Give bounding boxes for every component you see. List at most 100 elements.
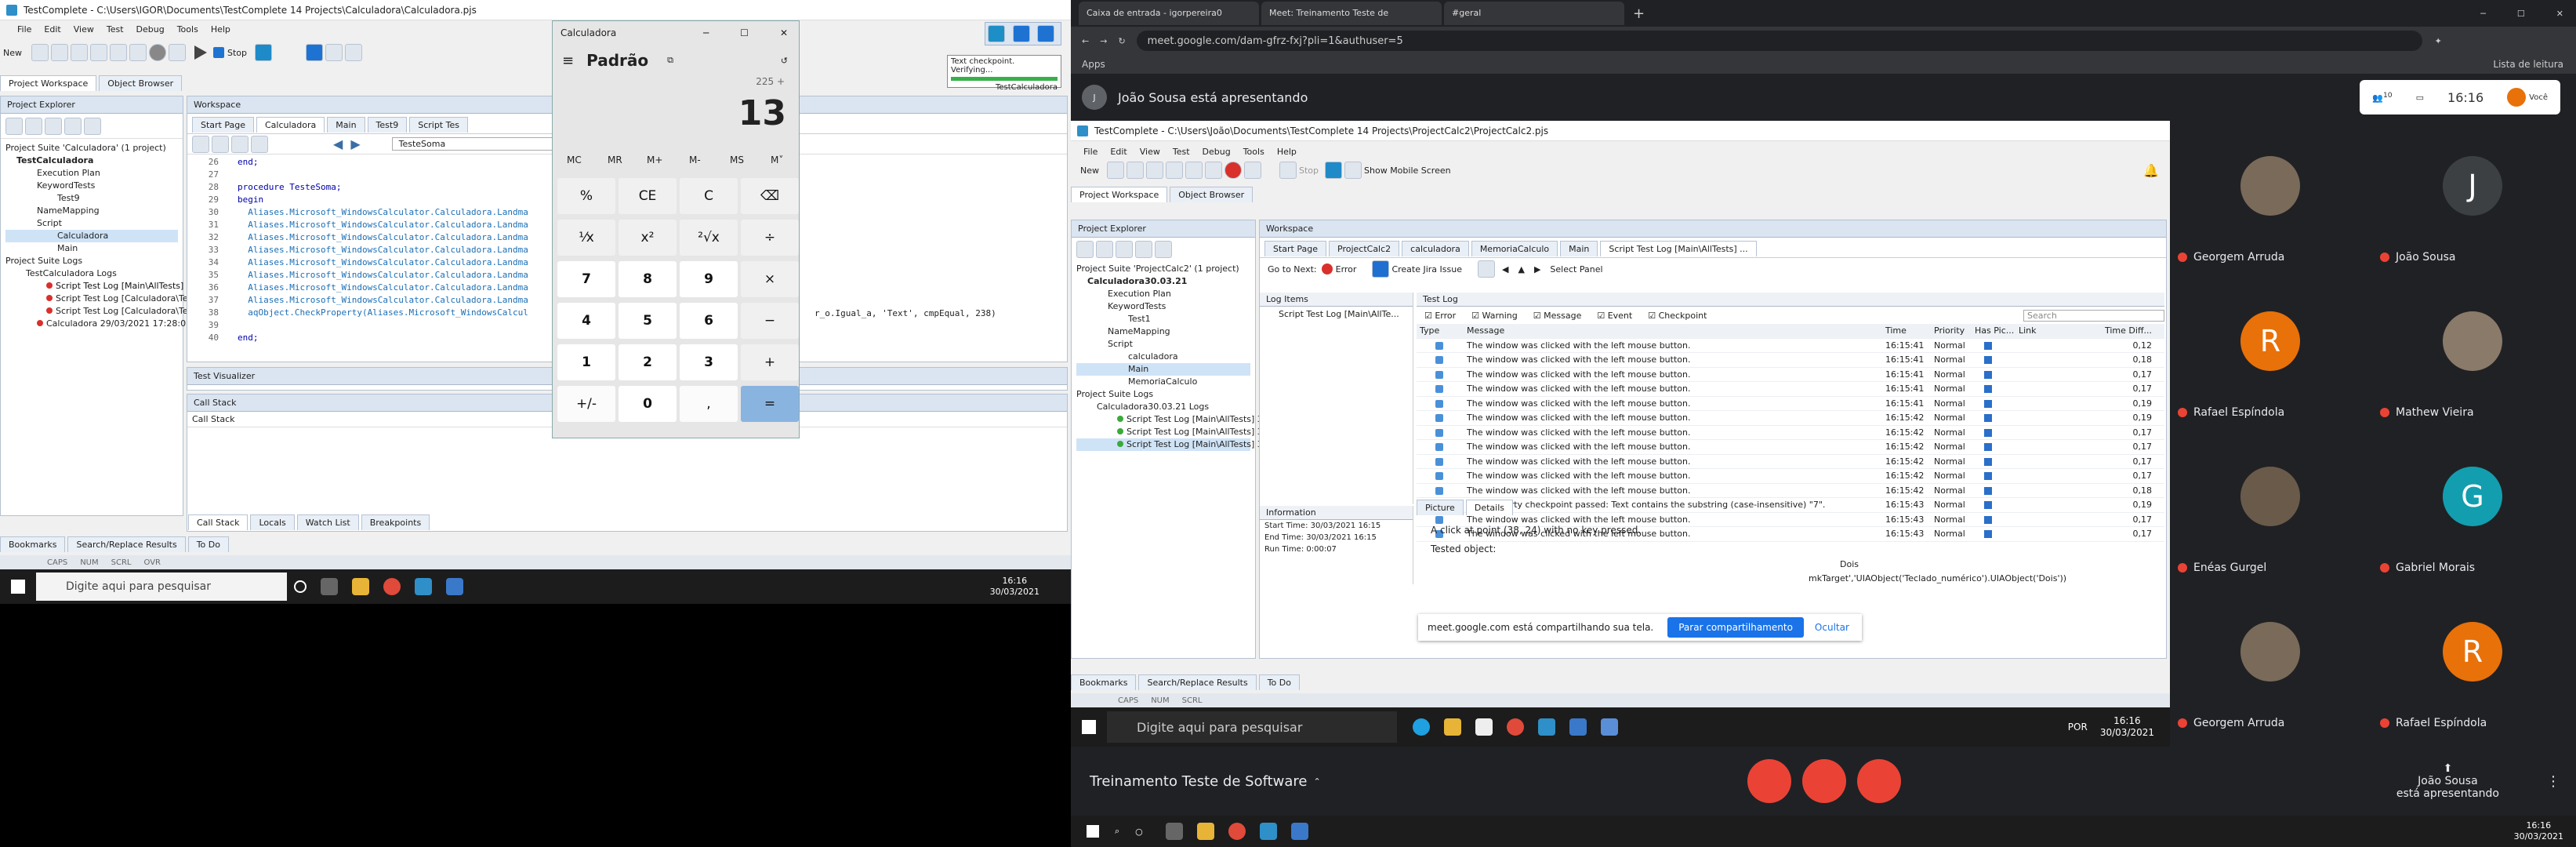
self-avatar[interactable] <box>2507 88 2527 107</box>
tree-item[interactable]: Script Test Log [Main\AllTests] 3 <box>1076 438 1263 451</box>
tree-item[interactable]: Script Test Log [Main\AllTests] 3 <box>1076 426 1263 438</box>
calc-key[interactable]: ⌫ <box>741 178 799 214</box>
memory-button[interactable]: MC <box>567 154 582 165</box>
jira-icon[interactable] <box>1372 260 1390 278</box>
record-icon[interactable] <box>1225 162 1242 179</box>
step-icon[interactable] <box>325 44 343 61</box>
participant-tile[interactable]: R Rafael Espíndola <box>2372 587 2576 743</box>
table-row[interactable]: The window was clicked with the left mou… <box>1417 440 2164 455</box>
tree-item[interactable]: Project Suite 'Calculadora' (1 project) <box>5 142 178 154</box>
task-view-icon[interactable] <box>1165 823 1183 840</box>
tray-lang[interactable]: POR <box>2068 722 2088 732</box>
menu-edit[interactable]: Edit <box>44 24 60 35</box>
people-icon[interactable]: 👥10 <box>2372 91 2392 104</box>
settings-icon[interactable] <box>129 44 147 61</box>
tree-item[interactable]: Script <box>5 217 178 230</box>
tab-bookmarks[interactable]: Bookmarks <box>0 536 66 552</box>
chrome-icon[interactable] <box>1507 718 1524 736</box>
tree-item[interactable]: Calculadora30.03.21 <box>1076 275 1250 288</box>
browser-tab-meet[interactable]: Meet: Treinamento Teste de <box>1261 2 1442 25</box>
open-icon[interactable] <box>1107 162 1124 179</box>
error-filter-icon[interactable] <box>1321 264 1333 274</box>
participant-tile[interactable]: R Rafael Espíndola <box>2170 276 2374 433</box>
calculator-icon[interactable] <box>1569 718 1587 736</box>
forward-icon[interactable]: ▶ <box>350 136 360 151</box>
settings-icon[interactable] <box>1205 162 1222 179</box>
tree-item[interactable]: TestCalculadora <box>5 154 178 167</box>
tree-item[interactable]: Calculadora30.03.21 Logs <box>1076 401 1250 413</box>
calc-key[interactable]: × <box>741 261 799 297</box>
calc-key[interactable]: 2 <box>619 344 677 380</box>
delete-icon[interactable] <box>45 117 62 135</box>
tree-item[interactable]: TestCalculadora Logs <box>5 267 178 280</box>
calc-key[interactable]: 5 <box>619 303 677 339</box>
history-icon[interactable]: ↺ <box>781 56 788 66</box>
run-item-icon[interactable] <box>84 117 101 135</box>
minimize-icon[interactable]: ─ <box>2480 9 2486 19</box>
stop-button[interactable]: Stop <box>227 48 247 58</box>
app-icon[interactable] <box>1601 718 1618 736</box>
tree-item[interactable]: Calculadora 29/03/2021 17:28:01 <box>5 318 191 330</box>
tab-object-browser[interactable]: Object Browser <box>99 75 183 91</box>
warning-filter[interactable]: ☑ Warning <box>1471 311 1518 321</box>
calc-key[interactable]: , <box>680 386 738 422</box>
redo-icon[interactable] <box>90 44 107 61</box>
participant-tile[interactable]: Georgem Arruda <box>2170 587 2374 743</box>
chrome-icon[interactable] <box>1228 823 1246 840</box>
undo-icon[interactable] <box>1146 162 1163 179</box>
camera-off-button[interactable] <box>1856 759 1901 803</box>
picture-icon[interactable] <box>1984 414 1992 422</box>
tab-start-page[interactable]: Start Page <box>192 117 254 133</box>
tree-item[interactable]: Execution Plan <box>5 167 178 180</box>
apps-link[interactable]: Apps <box>1082 59 1105 70</box>
event-filter[interactable]: ☑ Event <box>1597 311 1632 321</box>
picture-icon[interactable] <box>1984 428 1992 437</box>
tree-item[interactable]: Script Test Log [Main\AllTests] 3 <box>1076 413 1263 426</box>
table-row[interactable]: The property checkpoint passed: Text con… <box>1417 498 2164 513</box>
hide-button[interactable]: Ocultar <box>1815 622 1849 633</box>
tab-main[interactable]: Main <box>327 117 365 133</box>
stop-icon[interactable] <box>213 47 224 58</box>
calc-key[interactable]: − <box>741 303 799 339</box>
calc-key[interactable]: ⅟x <box>557 220 615 256</box>
extensions-icon[interactable]: ✦ <box>2435 36 2442 46</box>
tree-item[interactable]: calculadora <box>1076 351 1250 363</box>
windows-start-icon[interactable] <box>1082 720 1096 734</box>
tray-clock[interactable]: 16:16 30/03/2021 <box>2100 715 2154 739</box>
participant-tile[interactable]: J João Sousa <box>2372 121 2576 278</box>
add-item-icon[interactable] <box>25 117 42 135</box>
maximize-icon[interactable]: ☐ <box>2517 9 2525 19</box>
forward-icon[interactable]: ▶ <box>1534 264 1540 274</box>
run-item-icon[interactable] <box>1155 241 1172 258</box>
table-row[interactable]: The window was clicked with the left mou… <box>1417 382 2164 397</box>
run-icon[interactable] <box>1244 162 1261 179</box>
table-row[interactable]: The window was clicked with the left mou… <box>1417 353 2164 368</box>
record-icon[interactable] <box>988 25 1005 42</box>
calc-key[interactable]: 0 <box>619 386 677 422</box>
memory-button[interactable]: MR <box>608 154 622 165</box>
taskbar-search[interactable]: Digite aqui para pesquisar <box>36 573 287 601</box>
back-icon[interactable]: ← <box>1082 36 1089 46</box>
record-test-icon[interactable] <box>255 44 273 61</box>
tab-call-stack[interactable]: Call Stack <box>188 514 249 530</box>
redo-icon[interactable] <box>1166 162 1183 179</box>
store-icon[interactable] <box>1475 718 1493 736</box>
pause-icon[interactable] <box>306 44 324 61</box>
hang-up-button[interactable] <box>1801 759 1846 803</box>
calc-key[interactable]: 7 <box>557 261 615 297</box>
calc-key[interactable]: ÷ <box>741 220 799 256</box>
menu-tools[interactable]: Tools <box>177 24 198 35</box>
calc-key[interactable]: % <box>557 178 615 214</box>
tree-item[interactable]: Main <box>5 242 178 255</box>
calc-key[interactable]: 3 <box>680 344 738 380</box>
add-item-icon[interactable] <box>1096 241 1113 258</box>
edge-icon[interactable] <box>1413 718 1430 736</box>
outdent-icon[interactable] <box>212 135 229 153</box>
run-play-icon[interactable] <box>194 45 207 60</box>
new-tab-icon[interactable]: + <box>1633 5 1645 22</box>
tray-clock[interactable]: 16:16 30/03/2021 <box>2514 820 2563 842</box>
menu-help[interactable]: Help <box>211 24 230 35</box>
mic-off-button[interactable] <box>1747 759 1791 803</box>
picture-icon[interactable] <box>1984 399 1992 408</box>
routine-dropdown[interactable]: TesteSoma <box>391 137 557 151</box>
